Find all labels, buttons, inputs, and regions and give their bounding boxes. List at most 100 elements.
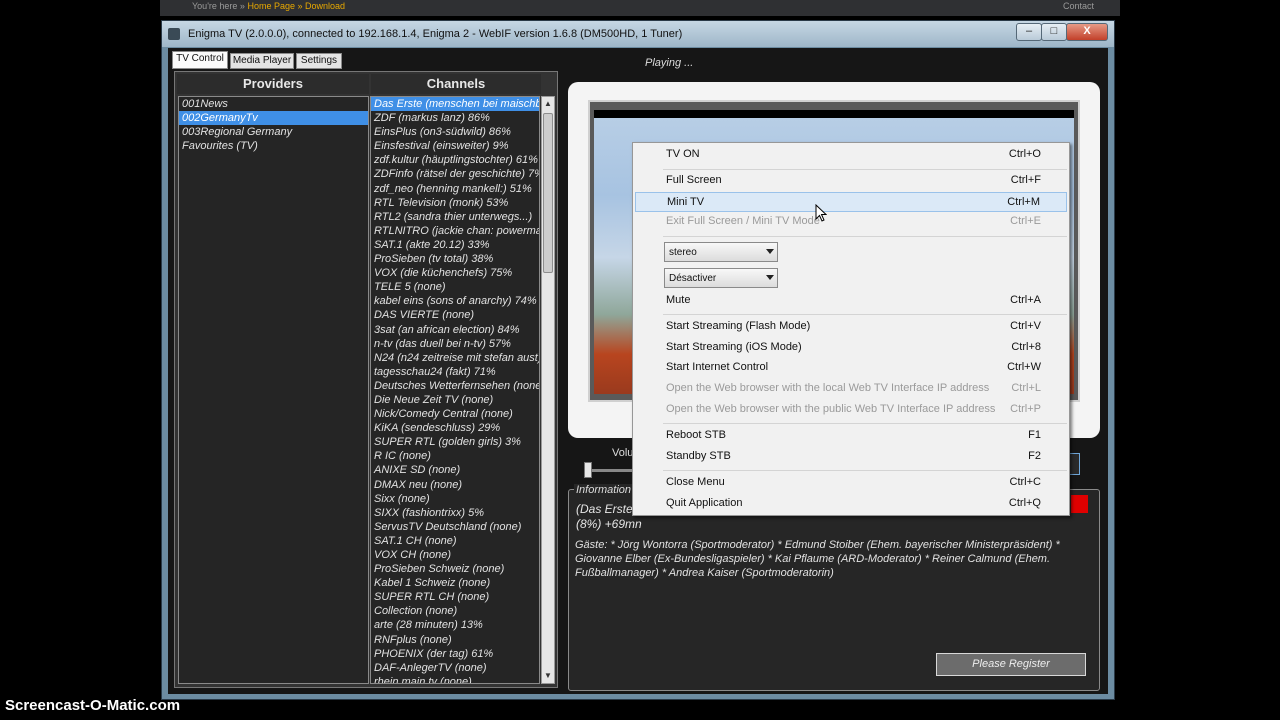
menu-item-label: Start Internet Control xyxy=(666,361,769,373)
tab-settings[interactable]: Settings xyxy=(296,53,342,69)
scrollbar-thumb[interactable] xyxy=(543,113,553,273)
channel-item[interactable]: ZDF (markus lanz) 86% xyxy=(371,111,539,125)
channel-item[interactable]: RTL2 (sandra thier unterwegs...) xyxy=(371,210,539,224)
menu-item-shortcut: Ctrl+V xyxy=(1010,320,1041,332)
audio-mode-select[interactable]: stereo xyxy=(664,242,778,262)
channel-item[interactable]: DMAX neu (none) xyxy=(371,478,539,492)
menu-item-shortcut: Ctrl+A xyxy=(1010,294,1041,306)
menu-separator xyxy=(663,236,1067,237)
channel-item[interactable]: tagesschau24 (fakt) 71% xyxy=(371,365,539,379)
channel-item[interactable]: Die Neue Zeit TV (none) xyxy=(371,393,539,407)
channel-item[interactable]: Kabel 1 Schweiz (none) xyxy=(371,576,539,590)
title-bar[interactable]: Enigma TV (2.0.0.0), connected to 192.16… xyxy=(162,21,1114,47)
scroll-down-icon[interactable]: ▼ xyxy=(542,669,554,683)
breadcrumb-download-link[interactable]: Download xyxy=(305,1,345,11)
channel-item[interactable]: DAS VIERTE (none) xyxy=(371,308,539,322)
channel-item[interactable]: arte (28 minuten) 13% xyxy=(371,618,539,632)
menu-item-label: Open the Web browser with the public Web… xyxy=(666,403,996,415)
menu-item-quit-application[interactable]: Quit Application Ctrl+Q xyxy=(635,494,1067,514)
channel-item[interactable]: SUPER RTL (golden girls) 3% xyxy=(371,435,539,449)
menu-item-shortcut: Ctrl+C xyxy=(1009,476,1041,488)
channel-item[interactable]: ProSieben Schweiz (none) xyxy=(371,562,539,576)
channel-item[interactable]: ProSieben (tv total) 38% xyxy=(371,252,539,266)
channel-item[interactable]: zdf_neo (henning mankell:) 51% xyxy=(371,182,539,196)
channel-item[interactable]: SAT.1 (akte 20.12) 33% xyxy=(371,238,539,252)
channel-item[interactable]: Einsfestival (einsweiter) 9% xyxy=(371,139,539,153)
menu-item-close-menu[interactable]: Close Menu Ctrl+C xyxy=(635,473,1067,493)
channel-item[interactable]: KiKA (sendeschluss) 29% xyxy=(371,421,539,435)
providers-list[interactable]: 001News 002GermanyTv 003Regional Germany Fa… xyxy=(178,96,369,684)
channel-item[interactable]: RTL Television (monk) 53% xyxy=(371,196,539,210)
channel-item[interactable]: SAT.1 CH (none) xyxy=(371,534,539,548)
channel-item[interactable]: SIXX (fashiontrixx) 5% xyxy=(371,506,539,520)
provider-item[interactable]: Favourites (TV) xyxy=(179,139,368,153)
window-title: Enigma TV (2.0.0.0), connected to 192.16… xyxy=(188,28,683,40)
channel-item[interactable]: kabel eins (sons of anarchy) 74% xyxy=(371,294,539,308)
channel-item[interactable]: 3sat (an african election) 84% xyxy=(371,323,539,337)
menu-separator xyxy=(663,423,1067,424)
channel-item[interactable]: VOX CH (none) xyxy=(371,548,539,562)
channel-item[interactable]: N24 (n24 zeitreise mit stefan aust) xyxy=(371,351,539,365)
contact-link[interactable]: Contact xyxy=(1063,1,1094,11)
channel-item[interactable]: VOX (die küchenchefs) 75% xyxy=(371,266,539,280)
channel-item[interactable]: Collection (none) xyxy=(371,604,539,618)
channel-item[interactable]: RTLNITRO (jackie chan: powerman) xyxy=(371,224,539,238)
menu-item-reboot-stb[interactable]: Reboot STB F1 xyxy=(635,426,1067,446)
channel-item[interactable]: Sixx (none) xyxy=(371,492,539,506)
menu-separator xyxy=(663,169,1067,170)
breadcrumb-home-link[interactable]: Home Page xyxy=(247,1,295,11)
channel-browser-panel: Providers Channels 001News 002GermanyTv 00… xyxy=(174,71,558,688)
breadcrumb-prefix: You're here » xyxy=(192,1,245,11)
menu-item-mute[interactable]: Mute Ctrl+A xyxy=(635,291,1067,311)
menu-item-mini-tv[interactable]: Mini TV Ctrl+M xyxy=(635,192,1067,212)
menu-item-full-screen[interactable]: Full Screen Ctrl+F xyxy=(635,171,1067,191)
close-button[interactable]: X xyxy=(1066,23,1108,41)
tab-tv-control[interactable]: TV Control xyxy=(172,51,228,69)
provider-item[interactable]: 003Regional Germany xyxy=(179,125,368,139)
maximize-button[interactable]: □ xyxy=(1041,23,1067,41)
minimize-button[interactable]: – xyxy=(1016,23,1042,41)
menu-item-standby-stb[interactable]: Standby STB F2 xyxy=(635,447,1067,467)
providers-header: Providers xyxy=(177,74,369,94)
channel-item[interactable]: Nick/Comedy Central (none) xyxy=(371,407,539,421)
subtitle-select[interactable]: Désactiver xyxy=(664,268,778,288)
channel-item[interactable]: SUPER RTL CH (none) xyxy=(371,590,539,604)
scroll-up-icon[interactable]: ▲ xyxy=(542,97,554,111)
channel-item[interactable]: n-tv (das duell bei n-tv) 57% xyxy=(371,337,539,351)
provider-item[interactable]: 002GermanyTv xyxy=(179,111,368,126)
channel-item[interactable]: DAF-AnlegerTV (none) xyxy=(371,661,539,675)
tab-media-player[interactable]: Media Player xyxy=(230,53,294,69)
audio-mode-value: stereo xyxy=(669,247,697,258)
menu-item-shortcut: F2 xyxy=(1028,450,1041,462)
channel-item[interactable]: TELE 5 (none) xyxy=(371,280,539,294)
volume-slider-thumb[interactable] xyxy=(584,462,592,478)
channel-item[interactable]: PHOENIX (der tag) 61% xyxy=(371,647,539,661)
menu-item-tv-on[interactable]: TV ON Ctrl+O xyxy=(635,145,1067,165)
please-register-button[interactable]: Please Register xyxy=(936,653,1086,676)
channels-scrollbar[interactable]: ▲ ▼ xyxy=(541,96,555,684)
menu-item-stream-flash[interactable]: Start Streaming (Flash Mode) Ctrl+V xyxy=(635,317,1067,337)
menu-item-shortcut: Ctrl+L xyxy=(1011,382,1041,394)
menu-item-label: Start Streaming (Flash Mode) xyxy=(666,320,811,332)
menu-item-internet-control[interactable]: Start Internet Control Ctrl+W xyxy=(635,358,1067,378)
menu-item-shortcut: Ctrl+F xyxy=(1010,174,1041,186)
channel-item[interactable]: ServusTV Deutschland (none) xyxy=(371,520,539,534)
channel-item[interactable]: ANIXE SD (none) xyxy=(371,463,539,477)
channel-item[interactable]: rhein main tv (none) xyxy=(371,675,539,683)
menu-item-label: Quit Application xyxy=(666,497,743,509)
channel-item[interactable]: ZDFinfo (rätsel der geschichte) 7% xyxy=(371,167,539,181)
channel-item[interactable]: Das Erste (menschen bei maischberger) xyxy=(371,97,539,112)
menu-item-label: Full Screen xyxy=(666,174,722,186)
channels-list[interactable]: Das Erste (menschen bei maischberger)ZDF… xyxy=(370,96,540,684)
channel-item[interactable]: RNFplus (none) xyxy=(371,633,539,647)
menu-item-shortcut: F1 xyxy=(1028,429,1041,441)
channel-item[interactable]: R IC (none) xyxy=(371,449,539,463)
channel-item[interactable]: EinsPlus (on3-südwild) 86% xyxy=(371,125,539,139)
menu-item-label: Standby STB xyxy=(666,450,731,462)
menu-item-stream-ios[interactable]: Start Streaming (iOS Mode) Ctrl+8 xyxy=(635,338,1067,358)
channel-item[interactable]: zdf.kultur (häuptlingstochter) 61% xyxy=(371,153,539,167)
provider-item[interactable]: 001News xyxy=(179,97,368,111)
channel-item[interactable]: Deutsches Wetterfernsehen (none) xyxy=(371,379,539,393)
app-icon xyxy=(168,28,180,40)
website-header-bar: You're here » Home Page » Download Conta… xyxy=(160,0,1120,16)
